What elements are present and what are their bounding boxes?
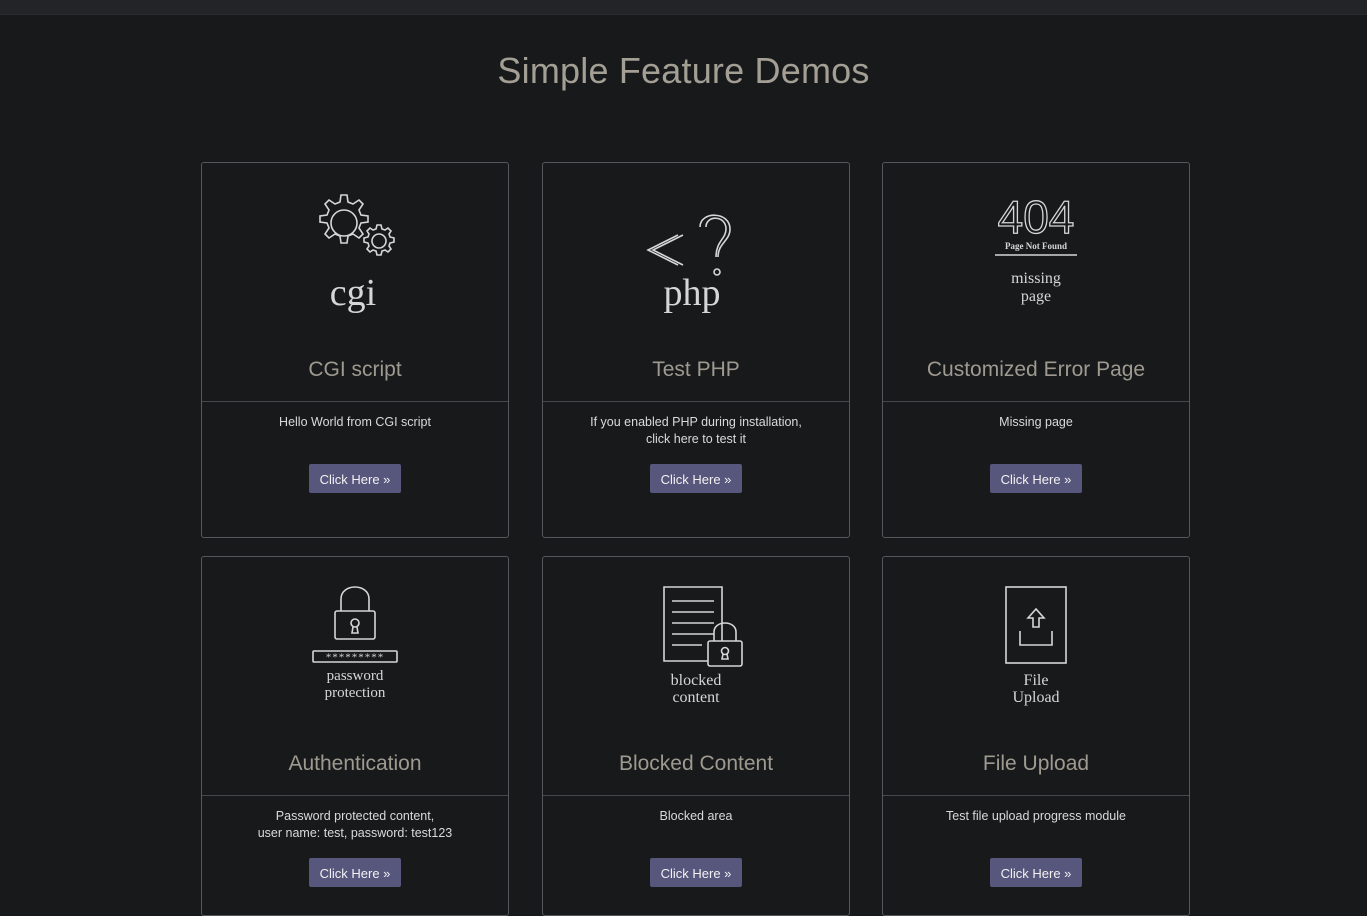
- svg-text:php: php: [664, 272, 721, 314]
- cgi-gears-icon: cgi: [202, 187, 508, 327]
- card-header: cgi CGI script: [202, 163, 508, 402]
- click-here-button[interactable]: Click Here »: [990, 858, 1082, 887]
- card-title: File Upload: [982, 752, 1090, 775]
- file-upload-icon: File Upload: [883, 581, 1189, 721]
- card-description: Hello World from CGI script: [279, 415, 431, 429]
- svg-text:page: page: [1021, 288, 1051, 305]
- card-blocked-content: blocked content Blocked Content Blocked …: [542, 556, 850, 916]
- card-description: Password protected content, user name: t…: [257, 809, 453, 840]
- card-authentication: ********* password protection Authentica…: [201, 556, 509, 916]
- php-icon: php: [543, 187, 849, 327]
- svg-text:*********: *********: [326, 652, 385, 664]
- click-here-button[interactable]: Click Here »: [309, 858, 401, 887]
- card-description: Blocked area: [659, 809, 733, 823]
- card-header: File Upload File Upload: [883, 557, 1189, 796]
- svg-text:cgi: cgi: [330, 272, 376, 314]
- card-title: Test PHP: [652, 358, 740, 381]
- padlock-password-icon: ********* password protection: [202, 581, 508, 721]
- top-bar: [0, 0, 1367, 15]
- card-title: CGI script: [308, 358, 402, 381]
- svg-text:missing: missing: [1011, 270, 1061, 287]
- card-title: Authentication: [288, 752, 422, 775]
- card-title: Blocked Content: [618, 752, 774, 775]
- 404-missing-page-icon: 404 Page Not Found missing page: [883, 187, 1189, 327]
- svg-text:Page Not Found: Page Not Found: [1005, 241, 1067, 251]
- card-customized-error-page: 404 Page Not Found missing page Customiz…: [882, 162, 1190, 538]
- card-test-php: php Test PHP If you enabled PHP during i…: [542, 162, 850, 538]
- click-here-button[interactable]: Click Here »: [650, 858, 742, 887]
- svg-text:404: 404: [998, 191, 1075, 243]
- card-header: 404 Page Not Found missing page Customiz…: [883, 163, 1189, 402]
- card-description: Missing page: [999, 415, 1073, 429]
- card-description: Test file upload progress module: [946, 809, 1126, 823]
- svg-text:Upload: Upload: [1012, 689, 1059, 706]
- click-here-button[interactable]: Click Here »: [650, 464, 742, 493]
- svg-text:password: password: [327, 668, 384, 684]
- card-file-upload: File Upload File Upload Test file upload…: [882, 556, 1190, 916]
- svg-text:protection: protection: [325, 685, 386, 701]
- card-title: Customized Error Page: [926, 358, 1146, 381]
- card-header: ********* password protection Authentica…: [202, 557, 508, 796]
- page-title: Simple Feature Demos: [497, 50, 870, 91]
- card-header: php Test PHP: [543, 163, 849, 402]
- card-description: If you enabled PHP during installation, …: [590, 415, 802, 446]
- svg-text:content: content: [672, 689, 720, 706]
- click-here-button[interactable]: Click Here »: [309, 464, 401, 493]
- card-cgi-script: cgi CGI script Hello World from CGI scri…: [201, 162, 509, 538]
- svg-text:blocked: blocked: [671, 672, 722, 689]
- card-header: blocked content Blocked Content: [543, 557, 849, 796]
- click-here-button[interactable]: Click Here »: [990, 464, 1082, 493]
- blocked-document-icon: blocked content: [543, 581, 849, 721]
- svg-text:File: File: [1024, 672, 1049, 689]
